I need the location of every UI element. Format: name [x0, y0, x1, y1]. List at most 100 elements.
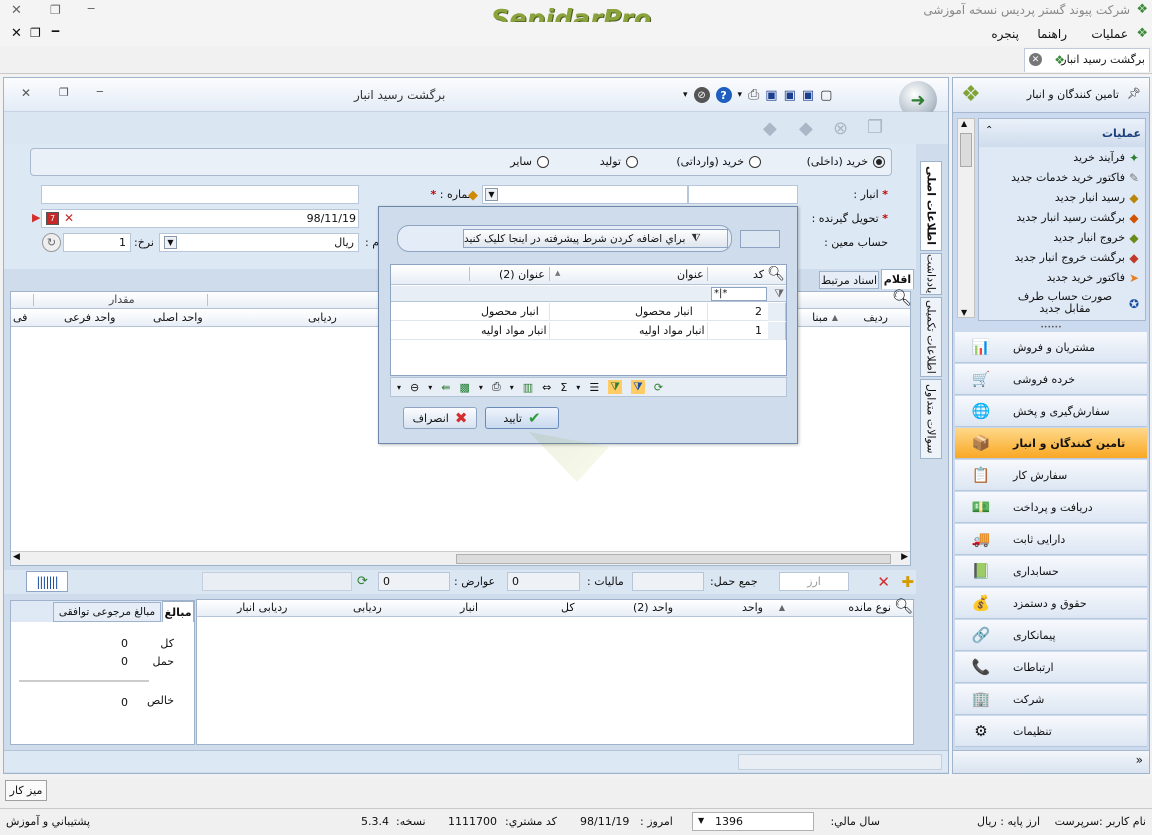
- nav-module-item[interactable]: 📞 ارتباطات: [955, 652, 1147, 683]
- scroll-up-icon[interactable]: ▲: [961, 119, 967, 128]
- filter-toggle-icon[interactable]: ⧩: [608, 380, 622, 394]
- mdi-minimize-icon[interactable]: ‒: [51, 24, 60, 39]
- nav-module-item[interactable]: 🚚 دارایی ثابت: [955, 524, 1147, 555]
- export-icon[interactable]: ⇚: [441, 381, 450, 394]
- menu-item-help[interactable]: راهنما: [1037, 27, 1067, 41]
- panel-expand-icon[interactable]: »: [1136, 753, 1143, 767]
- group-icon[interactable]: ☰: [589, 381, 599, 394]
- dialog-search-box[interactable]: [740, 230, 780, 248]
- currency-dropdown-icon[interactable]: ▼: [164, 236, 177, 249]
- close-icon[interactable]: ✕: [11, 3, 22, 18]
- desk-button[interactable]: میز کار: [5, 780, 47, 801]
- op-new-counterparty-statement[interactable]: ✪ صورت حساب طرف مقابل جدید: [979, 291, 1145, 319]
- col-sub-unit[interactable]: واحد فرعی: [64, 311, 116, 324]
- ops-header[interactable]: عملیات ⌃: [979, 119, 1145, 147]
- clear-date-icon[interactable]: ✕: [64, 211, 74, 225]
- currency-select[interactable]: ریال ▼: [159, 233, 359, 252]
- fiscal-year-dropdown-icon[interactable]: ▼: [698, 816, 704, 825]
- op-new-purchase-invoice[interactable]: ➤ فاکتور خرید جدید: [979, 271, 1145, 289]
- col-unit-price[interactable]: فی: [13, 311, 27, 324]
- grid-search-icon[interactable]: 🔍︎: [892, 288, 912, 307]
- advanced-filter-bar[interactable]: ⧩ براي اضافه کردن شرط پيشرفته در اينجا ک…: [397, 225, 732, 252]
- ops-scrollbar[interactable]: ▲ ▼: [957, 118, 975, 318]
- col-row-number[interactable]: ردیف: [863, 311, 888, 324]
- op-new-return-exit[interactable]: ◆ برگشت خروج انبار جدید: [979, 251, 1145, 269]
- calculate-icon[interactable]: ⟳: [357, 574, 368, 589]
- delete-row-icon[interactable]: ✕: [877, 573, 890, 591]
- nav-copy-icon[interactable]: ❐: [867, 117, 883, 138]
- columns-icon[interactable]: ▥: [523, 381, 533, 394]
- col-tracking[interactable]: ردیابی: [353, 601, 382, 614]
- warehouse-input[interactable]: [688, 185, 798, 204]
- save-icon[interactable]: ▣: [765, 88, 777, 103]
- scroll-thumb[interactable]: [960, 133, 972, 167]
- save-new-icon[interactable]: ▣: [784, 88, 796, 103]
- shipping-total-input[interactable]: [632, 572, 704, 591]
- col-title[interactable]: عنوان: [677, 268, 704, 281]
- tab-related-docs[interactable]: اسناد مرتبط: [819, 271, 879, 289]
- filter-row-toggle-icon[interactable]: ⧩: [631, 380, 645, 394]
- barcode-icon[interactable]: |||||||: [26, 571, 68, 592]
- nav-module-item[interactable]: ⚙ تنظیمات: [955, 716, 1147, 747]
- toolbar-more-icon[interactable]: ▾: [397, 383, 401, 392]
- number-input[interactable]: ▼: [482, 185, 688, 204]
- fit-columns-icon[interactable]: ⇔: [542, 381, 551, 394]
- number-dropdown-icon[interactable]: ▼: [485, 188, 498, 201]
- col-tracking[interactable]: ردیابی: [308, 311, 337, 324]
- cancel-button[interactable]: ✖ انصراف: [403, 407, 477, 429]
- splitter-grip[interactable]: ••••••: [953, 324, 1149, 331]
- help-icon[interactable]: ?: [715, 87, 732, 103]
- nav-module-item[interactable]: 🌐 سفارش‌گیری و پخش: [955, 396, 1147, 427]
- nav-module-item[interactable]: 🔗 پیمانکاری: [955, 620, 1147, 651]
- tools-icon[interactable]: ⊘: [693, 87, 710, 103]
- toolbar-dropdown-icon[interactable]: ▾: [683, 90, 688, 100]
- side-tab-extra-info[interactable]: اطلاعات تکمیلی: [920, 297, 942, 377]
- ok-button[interactable]: ✔ تایید: [485, 407, 559, 429]
- nav-module-item[interactable]: 💰 حقوق و دستمزد: [955, 588, 1147, 619]
- scroll-down-icon[interactable]: ▼: [961, 308, 967, 317]
- new-document-icon[interactable]: ▢: [820, 88, 832, 103]
- lookup-search-icon[interactable]: 🔍︎: [767, 266, 785, 282]
- pin-icon[interactable]: 📌︎: [1127, 87, 1141, 100]
- date-input[interactable]: 98/11/19 7 ✕: [41, 209, 359, 228]
- description-input[interactable]: [41, 185, 359, 204]
- window-minimize-icon[interactable]: ‒: [96, 84, 104, 98]
- mdi-close-icon[interactable]: ✕: [11, 26, 22, 41]
- col-base[interactable]: مبنا: [812, 311, 828, 324]
- stock-grid-search-icon[interactable]: 🔍︎: [894, 597, 913, 615]
- tab-amounts[interactable]: مبالغ: [162, 601, 194, 622]
- op-new-warehouse-exit[interactable]: ◆ خروج انبار جدید: [979, 231, 1145, 249]
- col-warehouse[interactable]: انبار: [460, 601, 478, 614]
- tab-agreed-return-amounts[interactable]: مبالغ مرجوعی توافقی: [53, 602, 161, 622]
- window-restore-icon[interactable]: ❐: [59, 86, 69, 99]
- excel-icon[interactable]: ▩: [459, 381, 469, 394]
- rate-input[interactable]: 1: [63, 233, 131, 252]
- calendar-icon[interactable]: 7: [46, 212, 59, 225]
- radio-other[interactable]: سایر: [510, 155, 549, 168]
- nav-module-item[interactable]: 🏢 شرکت: [955, 684, 1147, 715]
- nav-first-icon[interactable]: ◆: [763, 118, 777, 139]
- collapse-icon[interactable]: ⌃: [985, 125, 993, 136]
- add-advanced-filter-button[interactable]: ⧩ براي اضافه کردن شرط پيشرفته در اينجا ک…: [463, 229, 728, 248]
- add-row-icon[interactable]: ✚: [901, 573, 914, 591]
- radio-production[interactable]: تولید: [600, 155, 638, 168]
- save-close-icon[interactable]: ▣: [802, 88, 814, 103]
- side-tab-faq[interactable]: سوالات متداول: [920, 379, 942, 459]
- minimize-icon[interactable]: ‒: [87, 1, 95, 16]
- col-warehouse-tracking[interactable]: ردیابی انبار: [237, 601, 287, 614]
- mdi-restore-icon[interactable]: ❐: [30, 26, 41, 40]
- tab-close-icon[interactable]: ✕: [1029, 53, 1042, 66]
- col-title2[interactable]: عنوان (2): [499, 268, 545, 281]
- side-tab-main-info[interactable]: اطلاعات اصلی: [920, 161, 942, 251]
- menu-item-operations[interactable]: عملیات: [1091, 27, 1128, 41]
- tab-return-receipt[interactable]: برگشت رسید انبار ❖ ✕: [1024, 48, 1150, 72]
- nav-module-item[interactable]: 📗 حسابداری: [955, 556, 1147, 587]
- print-dropdown-icon[interactable]: ▾: [479, 383, 483, 392]
- nav-module-item[interactable]: 💵 دریافت و پرداخت: [955, 492, 1147, 523]
- print-icon[interactable]: ⎙: [492, 380, 501, 394]
- scroll-left-icon[interactable]: ◀: [13, 552, 20, 562]
- col-main-unit[interactable]: واحد اصلی: [153, 311, 203, 324]
- nav-module-item[interactable]: 📊 مشتریان و فروش: [955, 332, 1147, 363]
- op-new-return-receipt[interactable]: ◆ برگشت رسید انبار جدید: [979, 211, 1145, 229]
- restore-icon[interactable]: ❐: [50, 3, 61, 17]
